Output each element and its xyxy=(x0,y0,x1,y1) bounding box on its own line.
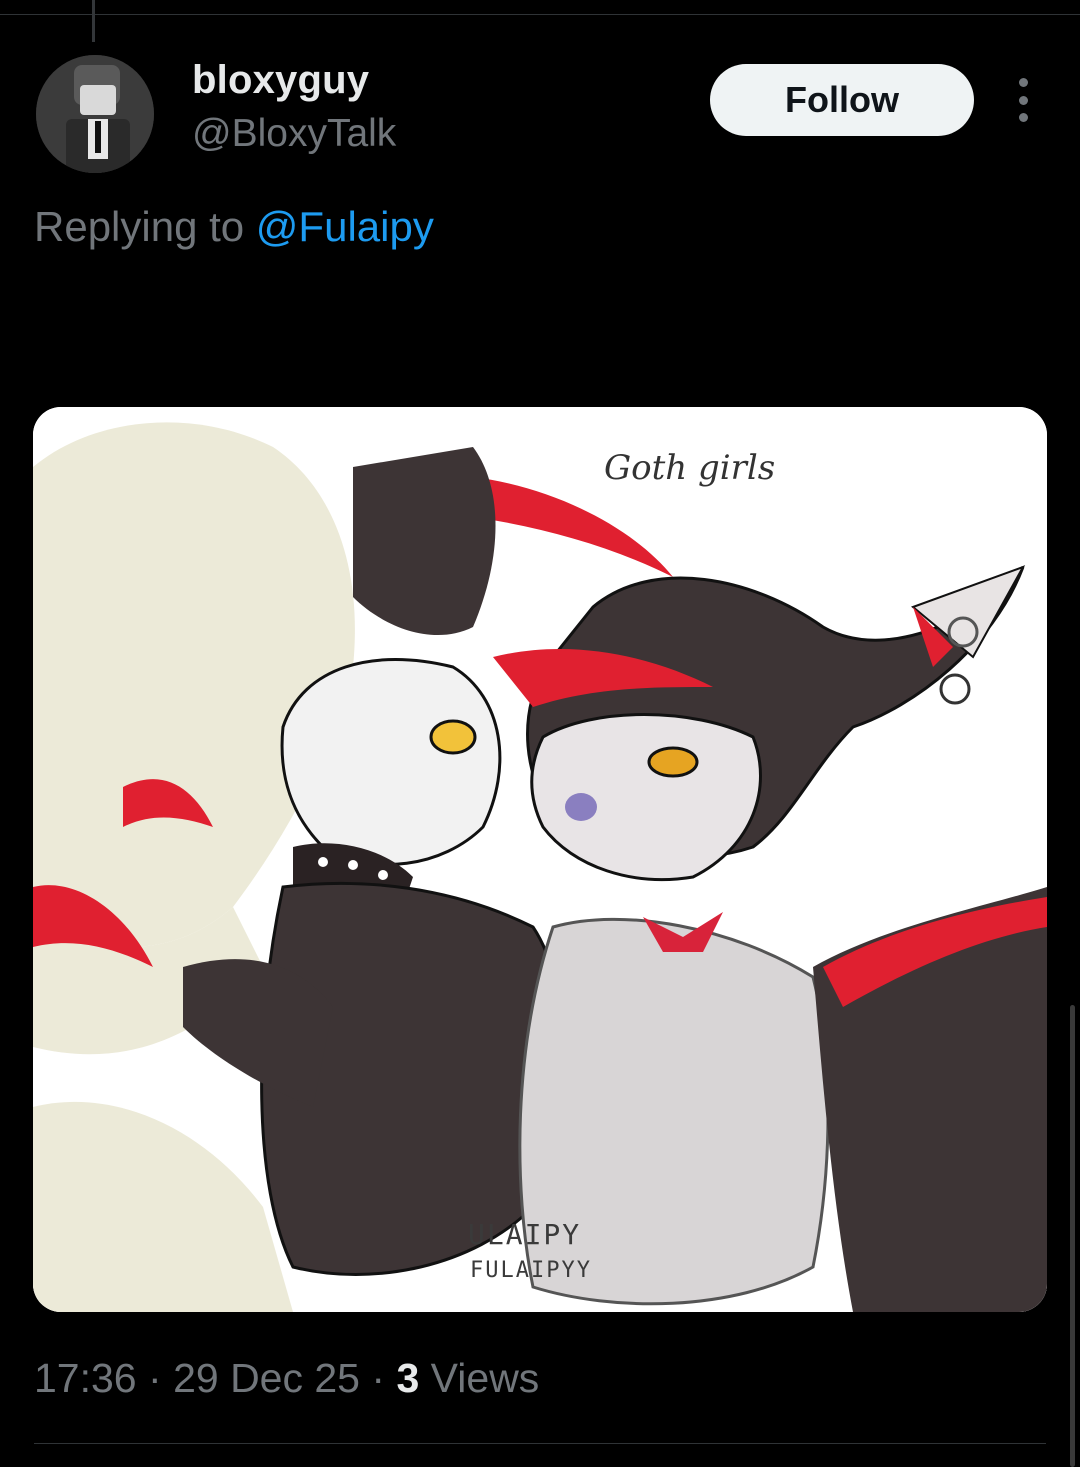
display-name[interactable]: bloxyguy xyxy=(192,58,369,103)
avatar[interactable] xyxy=(36,55,154,173)
tweet-date[interactable]: 29 Dec 25 xyxy=(173,1355,360,1401)
separator-dot: · xyxy=(148,1355,162,1401)
tweet-time[interactable]: 17:36 xyxy=(34,1355,137,1401)
bottom-divider xyxy=(34,1443,1046,1444)
user-handle[interactable]: @BloxyTalk xyxy=(192,112,396,156)
watermark-tumblr: FULAIPYY xyxy=(470,1258,592,1283)
top-divider xyxy=(0,14,1080,15)
separator-dot: · xyxy=(371,1355,386,1401)
artwork-illustration xyxy=(33,407,1047,1312)
more-options-icon[interactable] xyxy=(1006,78,1040,122)
tweet-media-image[interactable] xyxy=(33,407,1047,1312)
artwork-caption: Goth girls xyxy=(604,448,776,488)
replying-prefix: Replying to xyxy=(34,203,256,250)
tweet-metadata: 17:36 · 29 Dec 25 · 3 Views xyxy=(34,1355,539,1402)
watermark-instagram: ULAIPY xyxy=(468,1218,582,1251)
views-count: 3 xyxy=(396,1355,420,1401)
replying-to: Replying to @Fulaipy xyxy=(34,203,434,251)
follow-button[interactable]: Follow xyxy=(710,64,974,136)
thread-connector-line xyxy=(92,0,95,42)
dot xyxy=(1018,113,1028,122)
reply-mention-link[interactable]: @Fulaipy xyxy=(256,203,434,250)
views-label: Views xyxy=(430,1355,540,1401)
scrollbar[interactable] xyxy=(1070,1005,1075,1467)
dot xyxy=(1018,95,1028,105)
dot xyxy=(1018,78,1028,87)
